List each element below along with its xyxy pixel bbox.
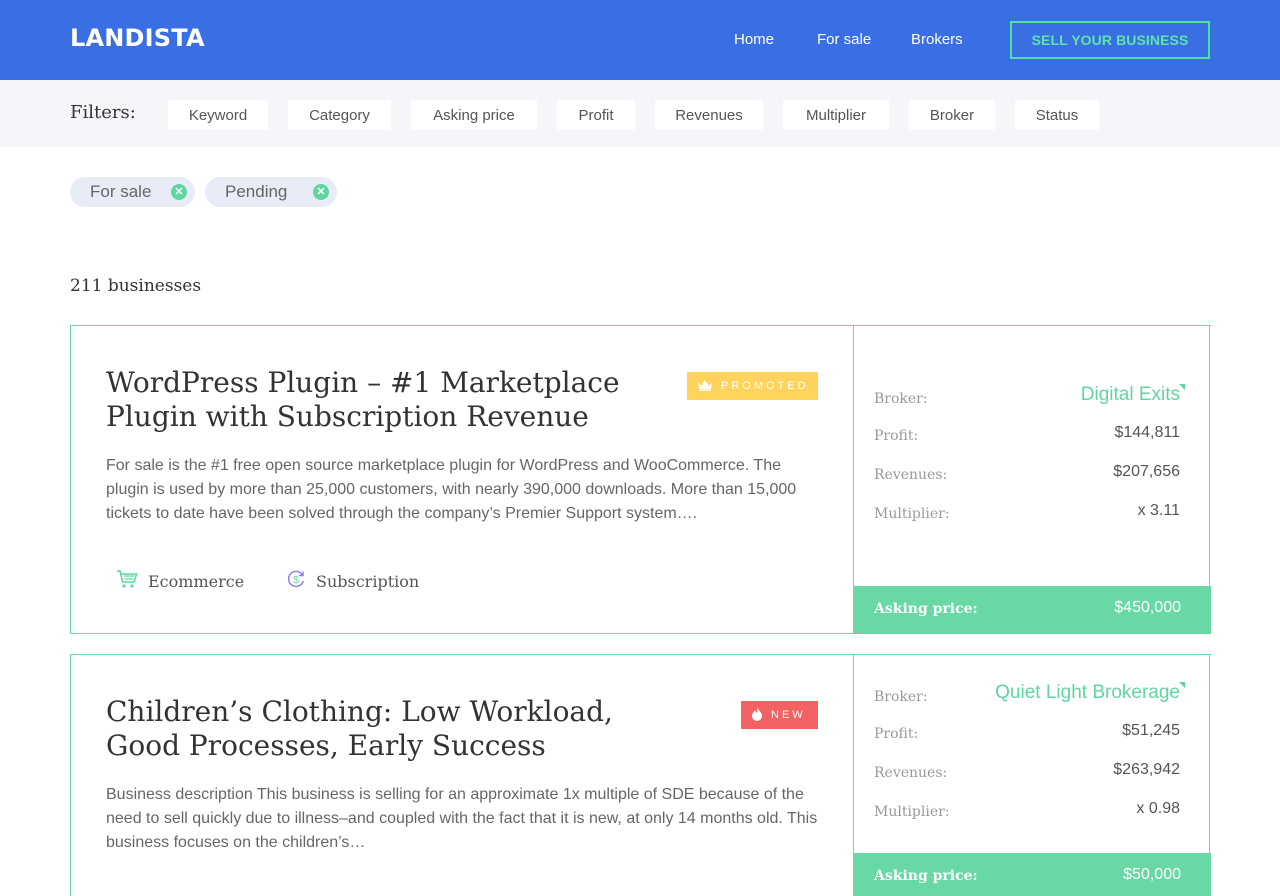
badge-label: NEW xyxy=(771,709,806,721)
asking-price-label: Asking price: xyxy=(874,601,978,617)
broker-label: Broker: xyxy=(874,689,928,705)
badge-label: PROMOTED xyxy=(721,380,809,392)
listing-title[interactable]: WordPress Plugin – #1 Marketplace Plugin… xyxy=(106,366,666,434)
multiplier-value: x 3.11 xyxy=(1137,502,1180,519)
listing-main: WordPress Plugin – #1 Marketplace Plugin… xyxy=(71,326,853,633)
new-badge: NEW xyxy=(741,701,818,729)
active-filter-tag: Pending ✕ xyxy=(205,177,337,207)
listing-card[interactable]: Children’s Clothing: Low Workload, Good … xyxy=(70,654,1211,896)
fire-icon xyxy=(751,706,763,725)
results-count: 211 businesses xyxy=(70,276,202,296)
asking-price-bar: Asking price: $50,000 xyxy=(853,853,1211,896)
asking-price-value: $50,000 xyxy=(1123,866,1181,883)
listing-title[interactable]: Children’s Clothing: Low Workload, Good … xyxy=(106,695,666,763)
revenues-value: $263,942 xyxy=(1113,761,1180,778)
filter-category[interactable]: Category xyxy=(288,100,391,130)
revenues-value: $207,656 xyxy=(1113,463,1180,480)
svg-text:$: $ xyxy=(293,575,299,586)
profit-row: Profit: $51,245 xyxy=(874,722,1180,746)
corner-marker-icon xyxy=(1179,384,1185,390)
category-label: Subscription xyxy=(316,571,420,591)
nav-for-sale-link[interactable]: For sale xyxy=(817,31,871,48)
active-filter-tag: For sale ✕ xyxy=(70,177,195,207)
active-filter-tag-label: For sale xyxy=(90,182,152,201)
broker-row: Broker: Digital Exits xyxy=(874,384,1185,411)
revenues-row: Revenues: $207,656 xyxy=(874,463,1180,487)
active-filter-tag-label: Pending xyxy=(225,182,288,201)
multiplier-value: x 0.98 xyxy=(1136,800,1180,817)
cart-icon xyxy=(116,569,138,593)
broker-label: Broker: xyxy=(874,391,928,407)
filter-status[interactable]: Status xyxy=(1015,100,1099,130)
profit-label: Profit: xyxy=(874,428,919,444)
promoted-badge: PROMOTED xyxy=(687,372,818,400)
asking-price-label: Asking price: xyxy=(874,868,978,884)
listing-stats: Broker: Quiet Light Brokerage Profit: $5… xyxy=(853,654,1211,896)
category-label: Ecommerce xyxy=(148,571,245,591)
top-navbar: LANDISTA Home For sale Brokers SELL YOUR… xyxy=(0,0,1280,80)
broker-link[interactable]: Digital Exits xyxy=(1081,384,1180,406)
multiplier-label: Multiplier: xyxy=(874,804,950,820)
nav-brokers-link[interactable]: Brokers xyxy=(911,31,963,48)
subscription-icon: $ xyxy=(286,569,306,593)
listing-description: For sale is the #1 free open source mark… xyxy=(106,457,797,522)
profit-value: $144,811 xyxy=(1114,424,1180,441)
category-subscription[interactable]: $ Subscription xyxy=(286,569,419,593)
listing-main: Children’s Clothing: Low Workload, Good … xyxy=(71,655,853,896)
listing-description: Business description This business is se… xyxy=(106,786,818,851)
remove-tag-icon[interactable]: ✕ xyxy=(171,184,187,200)
asking-price-value: $450,000 xyxy=(1114,599,1181,616)
broker-row: Broker: Quiet Light Brokerage xyxy=(874,682,1185,709)
remove-tag-icon[interactable]: ✕ xyxy=(313,184,329,200)
category-ecommerce[interactable]: Ecommerce xyxy=(116,569,244,593)
profit-value: $51,245 xyxy=(1122,722,1180,739)
filter-multiplier[interactable]: Multiplier xyxy=(783,100,889,130)
revenues-row: Revenues: $263,942 xyxy=(874,761,1180,785)
listing-stats: Broker: Digital Exits Profit: $144,811 R… xyxy=(853,325,1211,634)
filter-broker[interactable]: Broker xyxy=(909,100,995,130)
listing-card[interactable]: WordPress Plugin – #1 Marketplace Plugin… xyxy=(70,325,1211,634)
crown-icon xyxy=(697,379,713,394)
multiplier-label: Multiplier: xyxy=(874,506,950,522)
profit-row: Profit: $144,811 xyxy=(874,424,1180,448)
corner-marker-icon xyxy=(1179,682,1185,688)
profit-label: Profit: xyxy=(874,726,919,742)
nav-home-link[interactable]: Home xyxy=(734,31,774,48)
filter-asking-price[interactable]: Asking price xyxy=(411,100,537,130)
asking-price-bar: Asking price: $450,000 xyxy=(853,586,1211,634)
sell-your-business-button[interactable]: SELL YOUR BUSINESS xyxy=(1010,21,1210,59)
multiplier-row: Multiplier: x 0.98 xyxy=(874,800,1180,824)
filter-profit[interactable]: Profit xyxy=(557,100,635,130)
logo[interactable]: LANDISTA xyxy=(70,24,205,52)
revenues-label: Revenues: xyxy=(874,765,948,781)
multiplier-row: Multiplier: x 3.11 xyxy=(874,502,1180,526)
filter-keyword[interactable]: Keyword xyxy=(168,100,268,130)
revenues-label: Revenues: xyxy=(874,467,948,483)
broker-link[interactable]: Quiet Light Brokerage xyxy=(995,682,1180,704)
filters-label: Filters: xyxy=(70,102,136,123)
filter-revenues[interactable]: Revenues xyxy=(655,100,763,130)
